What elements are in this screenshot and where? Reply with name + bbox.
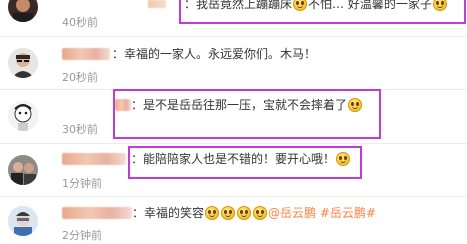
comment-item-2: ：幸福的一家人。永远爱你们。木马！ 20秒前 (0, 37, 467, 89)
smile-emoji-icon (205, 206, 220, 220)
smile-emoji-icon (336, 152, 351, 166)
laugh-emoji-icon (293, 0, 308, 11)
comment-text: ：幸福的笑容 @岳云鹏 #岳云鹏# (132, 206, 376, 220)
comment-time: 30秒前 (62, 123, 98, 136)
comment-text: ：能陪陪家人也是不错的！要开心哦！ (131, 151, 351, 167)
avatar[interactable] (8, 0, 38, 22)
smile-emoji-icon (432, 0, 447, 11)
laugh-emoji-icon (348, 98, 363, 112)
comment-time: 20秒前 (62, 71, 98, 84)
comment-item-4: ：能陪陪家人也是不错的！要开心哦！ 1分钟前 (0, 144, 467, 196)
smile-emoji-icon (237, 206, 252, 220)
avatar[interactable] (8, 101, 38, 131)
comment-text: ：是不是岳岳往那一压，宝就不会摔着了 (131, 97, 363, 113)
comment-item-1: ：我岳竟然上蹦蹦床 不怕… 好温馨的一家子 40秒前 (0, 0, 467, 34)
avatar[interactable] (8, 48, 38, 78)
hashtag-link[interactable]: #岳云鹏# (320, 206, 376, 220)
comment-time: 2分钟前 (62, 229, 102, 242)
mention-link[interactable]: @岳云鹏 (268, 206, 316, 220)
avatar[interactable] (8, 155, 38, 185)
username-blur[interactable] (62, 153, 126, 165)
username-blur[interactable] (62, 207, 132, 219)
username-blur[interactable] (115, 99, 131, 111)
smile-emoji-icon (221, 206, 236, 220)
comment-item-3: ：是不是岳岳往那一压，宝就不会摔着了 30秒前 (0, 90, 467, 142)
comment-text: ：幸福的一家人。永远爱你们。木马！ (112, 47, 317, 61)
comment-time: 1分钟前 (62, 177, 102, 190)
username-blur[interactable] (62, 48, 110, 60)
smile-emoji-icon (253, 206, 268, 220)
comment-item-5: ：幸福的笑容 @岳云鹏 #岳云鹏# 2分钟前 (0, 197, 467, 244)
comment-time: 40秒前 (62, 16, 98, 29)
avatar[interactable] (8, 206, 38, 236)
comment-text: ：我岳竟然上蹦蹦床 不怕… 好温馨的一家子 (184, 0, 448, 12)
